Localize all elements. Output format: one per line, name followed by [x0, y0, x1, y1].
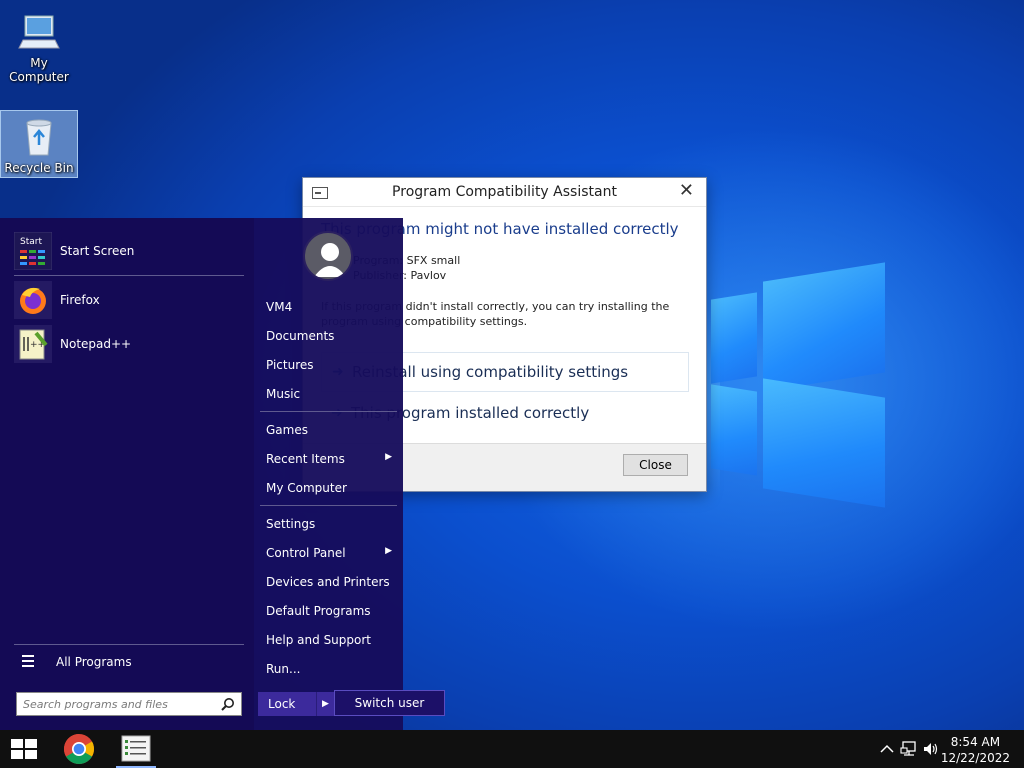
all-programs-button[interactable]: All Programs — [14, 652, 244, 672]
divider — [260, 505, 397, 506]
desktop: My Computer Recycle Bin Program Compatib… — [0, 0, 1024, 730]
search-icon[interactable] — [221, 697, 235, 711]
start-link-label: Help and Support — [266, 633, 371, 647]
system-tray: 8:54 AM 12/22/2022 — [864, 730, 1024, 768]
clock-date: 12/22/2022 — [940, 751, 1010, 765]
desktop-icon-label: My Computer — [9, 56, 69, 84]
start-menu-right-pane: VM4 Documents Pictures Music Games Recen… — [254, 218, 403, 730]
volume-icon[interactable] — [922, 740, 940, 758]
divider — [260, 411, 397, 412]
start-menu-item-notepadpp[interactable]: ++ Notepad++ — [14, 325, 244, 363]
all-programs-label: All Programs — [56, 655, 132, 669]
start-menu-item-label: Start Screen — [60, 244, 135, 258]
start-screen-icon: Start — [14, 232, 52, 270]
search-input[interactable] — [23, 696, 213, 712]
svg-text:Start: Start — [20, 237, 42, 247]
start-link-label: My Computer — [266, 481, 347, 495]
start-menu-item-label: Firefox — [60, 293, 100, 307]
lock-button[interactable]: Lock — [258, 692, 316, 716]
start-menu-item-start-screen[interactable]: Start Start Screen — [14, 232, 244, 270]
start-menu-item-label: Notepad++ — [60, 337, 132, 351]
dialog-title: Program Compatibility Assistant — [392, 184, 617, 200]
start-menu-left-pane: Start Start Screen Firefox ++ Notepad++ … — [0, 218, 254, 730]
desktop-icon-label: Recycle Bin — [4, 161, 74, 175]
start-link-help-support[interactable]: Help and Support — [266, 633, 396, 647]
desktop-icon-recycle-bin[interactable]: Recycle Bin — [0, 110, 78, 178]
start-link-run[interactable]: Run... — [266, 662, 396, 676]
start-link-label: Settings — [266, 517, 316, 531]
switch-user-menu-item[interactable]: Switch user — [334, 690, 445, 716]
wallpaper-logo-pane — [763, 378, 885, 508]
start-menu-item-firefox[interactable]: Firefox — [14, 281, 244, 319]
network-icon[interactable] — [900, 740, 918, 758]
computer-icon — [18, 15, 60, 49]
clock-time: 8:54 AM — [950, 735, 1001, 749]
start-link-default-programs[interactable]: Default Programs — [266, 604, 396, 618]
recycle-bin-icon — [26, 119, 52, 156]
start-link-control-panel[interactable]: Control Panel ▶ — [266, 546, 396, 560]
start-link-label: Games — [266, 423, 308, 437]
notepadpp-icon: ++ — [14, 325, 52, 363]
start-link-label: Run... — [266, 662, 301, 676]
divider — [14, 644, 244, 645]
start-link-label: Recent Items — [266, 452, 345, 466]
lock-label: Lock — [268, 697, 296, 711]
start-link-documents[interactable]: Documents — [266, 329, 396, 343]
power-options-arrow[interactable]: ▶ — [316, 692, 334, 716]
wallpaper-logo-pane — [711, 384, 757, 476]
taskbar: 8:54 AM 12/22/2022 — [0, 730, 1024, 768]
chevron-up-icon[interactable] — [878, 740, 896, 758]
desktop-icon-my-computer[interactable]: My Computer — [0, 6, 78, 84]
search-box[interactable] — [16, 692, 242, 716]
start-link-my-computer[interactable]: My Computer — [266, 481, 396, 495]
taskbar-task-list[interactable] — [112, 730, 160, 768]
start-link-games[interactable]: Games — [266, 423, 396, 437]
chrome-icon — [63, 734, 95, 765]
taskbar-chrome[interactable] — [56, 730, 102, 768]
list-icon — [22, 655, 34, 667]
chevron-right-icon: ▶ — [385, 452, 392, 462]
divider — [14, 275, 244, 276]
firefox-icon — [14, 281, 52, 319]
start-link-vm4[interactable]: VM4 — [266, 300, 396, 314]
close-button[interactable]: Close — [623, 454, 688, 476]
start-link-recent-items[interactable]: Recent Items ▶ — [266, 452, 396, 466]
wallpaper-logo-pane — [711, 292, 757, 384]
user-avatar[interactable] — [303, 231, 353, 281]
wallpaper-logo-pane — [763, 262, 885, 392]
start-link-pictures[interactable]: Pictures — [266, 358, 396, 372]
start-link-settings[interactable]: Settings — [266, 517, 396, 531]
start-link-devices-printers[interactable]: Devices and Printers — [266, 575, 396, 589]
start-menu: Start Start Screen Firefox ++ Notepad++ … — [0, 218, 403, 730]
close-icon[interactable]: ✕ — [679, 180, 694, 201]
start-link-label: Devices and Printers — [266, 575, 390, 589]
start-link-label: Control Panel — [266, 546, 346, 560]
user-icon — [314, 243, 346, 277]
clock[interactable]: 8:54 AM 12/22/2022 — [941, 734, 1010, 766]
start-link-music[interactable]: Music — [266, 387, 396, 401]
task-list-icon — [121, 735, 151, 762]
start-button[interactable] — [0, 730, 48, 768]
start-link-label: Default Programs — [266, 604, 371, 618]
chevron-right-icon: ▶ — [385, 546, 392, 556]
dialog-titlebar[interactable]: Program Compatibility Assistant ✕ — [303, 178, 706, 207]
windows-start-icon — [11, 739, 37, 759]
